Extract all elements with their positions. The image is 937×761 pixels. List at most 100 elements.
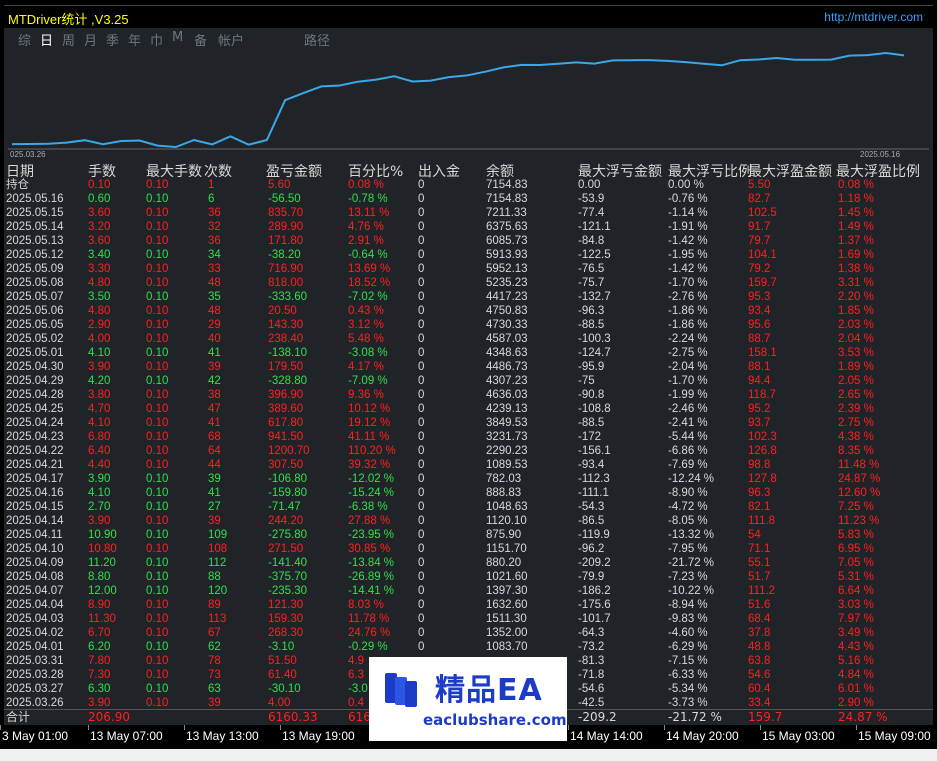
summary-cell: 合计 — [6, 710, 31, 724]
table-cell: 4.17 % — [348, 361, 384, 373]
table-row[interactable]: 2025.04.21 4.40 0.10 44 307.50 39.32 % 0 1089.5… — [4, 458, 933, 472]
table-row[interactable]: 2025.05.13 3.60 0.10 36 171.80 2.91 % 0 6085.73… — [4, 234, 933, 248]
table-row[interactable]: 2025.05.09 3.30 0.10 33 716.90 13.69 % 0 5952.1… — [4, 262, 933, 276]
table-row[interactable]: 2025.04.10 10.80 0.10 108 271.50 30.85 % 0 1151… — [4, 542, 933, 556]
table-cell: 126.8 — [748, 445, 777, 457]
table-cell: -75 — [578, 375, 595, 387]
title-bar: MTDriver统计 ,V3.25 http://mtdriver.com — [4, 5, 933, 30]
table-cell: 51.6 — [748, 599, 771, 611]
table-cell: 39 — [208, 697, 221, 709]
table-cell: 7154.83 — [486, 179, 528, 191]
table-cell: 2025.03.31 — [6, 655, 64, 667]
table-cell: -1.70 % — [668, 375, 708, 387]
table-row[interactable]: 2025.04.29 4.20 0.10 42 -328.80 -7.09 % 0 4307.… — [4, 374, 933, 388]
table-cell: 68.4 — [748, 613, 771, 625]
table-cell: 0 — [418, 291, 425, 303]
table-row[interactable]: 2025.04.17 3.90 0.10 39 -106.80 -12.02 % 0 782.… — [4, 472, 933, 486]
table-cell: 0.10 — [146, 697, 169, 709]
table-cell: 0 — [418, 543, 425, 555]
tab-1[interactable]: 日 — [40, 30, 53, 49]
table-row[interactable]: 2025.04.24 4.10 0.10 41 617.80 19.12 % 0 3849.5… — [4, 416, 933, 430]
time-tick-mark — [664, 725, 665, 730]
table-row[interactable]: 2025.05.01 4.10 0.10 41 -138.10 -3.08 % 0 4348.… — [4, 346, 933, 360]
tab-0[interactable]: 综 — [18, 30, 31, 49]
table-row[interactable]: 2025.04.22 6.40 0.10 64 1200.70 110.20 % 0 2290… — [4, 444, 933, 458]
table-cell: 8.35 % — [838, 445, 874, 457]
table-cell: 0.10 — [146, 235, 169, 247]
table-cell: 60.4 — [748, 683, 771, 695]
tab-8[interactable]: 备 — [194, 30, 207, 49]
table-cell: 2.90 — [88, 319, 111, 331]
tab-9[interactable]: 帐户 — [218, 30, 244, 49]
table-cell: 0 — [418, 641, 425, 653]
table-cell: 2025.05.05 — [6, 319, 64, 331]
table-row[interactable]: 2025.05.12 3.40 0.10 34 -38.20 -0.64 % 0 5913.9… — [4, 248, 933, 262]
table-cell: 2025.04.11 — [6, 529, 63, 541]
website-link[interactable]: http://mtdriver.com — [824, 10, 923, 24]
table-cell: -124.7 — [578, 347, 611, 359]
table-row[interactable]: 2025.04.01 6.20 0.10 62 -3.10 -0.29 % 0 1083.70… — [4, 640, 933, 654]
table-row[interactable]: 2025.05.05 2.90 0.10 29 143.30 3.12 % 0 4730.33… — [4, 318, 933, 332]
table-cell: -328.80 — [268, 375, 308, 387]
tab-6[interactable]: 巾 — [150, 30, 163, 49]
table-cell: 4417.23 — [486, 291, 528, 303]
table-cell: 4239.13 — [486, 403, 528, 415]
table-row[interactable]: 2025.05.16 0.60 0.10 6 -56.50 -0.78 % 0 7154.83… — [4, 192, 933, 206]
table-cell: 4.70 — [88, 403, 111, 415]
table-cell: 835.70 — [268, 207, 304, 219]
table-cell: 7154.83 — [486, 193, 528, 205]
tab-7[interactable]: M — [172, 30, 183, 45]
tab-5[interactable]: 年 — [128, 30, 141, 49]
table-cell: -101.7 — [578, 613, 611, 625]
tab-10[interactable]: 路径 — [304, 30, 330, 49]
table-row[interactable]: 2025.04.15 2.70 0.10 27 -71.47 -6.38 % 0 1048.6… — [4, 500, 933, 514]
table-row[interactable]: 2025.04.04 8.90 0.10 89 121.30 8.03 % 0 1632.60… — [4, 598, 933, 612]
table-cell: -86.5 — [578, 515, 605, 527]
table-cell: 0 — [418, 263, 425, 275]
table-row[interactable]: 2025.04.25 4.70 0.10 47 389.60 10.12 % 0 4239.1… — [4, 402, 933, 416]
time-tick-label: 14 May 20:00 — [666, 729, 739, 743]
table-row[interactable]: 2025.04.16 4.10 0.10 41 -159.80 -15.24 % 0 888.… — [4, 486, 933, 500]
tab-3[interactable]: 月 — [84, 30, 97, 49]
table-cell: 39 — [208, 473, 221, 485]
table-cell: 36 — [208, 235, 221, 247]
table-cell: 33.4 — [748, 697, 771, 709]
table-cell: 396.90 — [268, 389, 304, 401]
table-cell: 95.3 — [748, 291, 771, 303]
table-cell: 238.40 — [268, 333, 304, 345]
table-row[interactable]: 2025.04.08 8.80 0.10 88 -375.70 -26.89 % 0 1021… — [4, 570, 933, 584]
table-row[interactable]: 2025.04.11 10.90 0.10 109 -275.80 -23.95 % 0 87… — [4, 528, 933, 542]
table-row[interactable]: 2025.04.09 11.20 0.10 112 -141.40 -13.84 % 0 88… — [4, 556, 933, 570]
table-cell: 0.08 % — [348, 179, 384, 191]
table-cell: 41 — [208, 487, 221, 499]
table-cell: 0 — [418, 501, 425, 513]
table-row[interactable]: 2025.04.03 11.30 0.10 113 159.30 11.78 % 0 1511… — [4, 612, 933, 626]
table-cell: -12.02 % — [348, 473, 395, 485]
table-row[interactable]: 2025.04.23 6.80 0.10 68 941.50 41.11 % 0 3231.7… — [4, 430, 933, 444]
table-cell: 93.7 — [748, 417, 771, 429]
table-row[interactable]: 持仓 0.10 0.10 1 5.60 0.08 % 0 7154.83 0.00 0.00 % 5… — [4, 178, 933, 192]
table-row[interactable]: 2025.05.07 3.50 0.10 35 -333.60 -7.02 % 0 4417.… — [4, 290, 933, 304]
table-row[interactable]: 2025.05.15 3.60 0.10 36 835.70 13.11 % 0 7211.3… — [4, 206, 933, 220]
table-row[interactable]: 2025.04.14 3.90 0.10 39 244.20 27.88 % 0 1120.1… — [4, 514, 933, 528]
table-row[interactable]: 2025.04.28 3.80 0.10 38 396.90 9.36 % 0 4636.03… — [4, 388, 933, 402]
table-row[interactable]: 2025.05.02 4.00 0.10 40 238.40 5.48 % 0 4587.03… — [4, 332, 933, 346]
table-row[interactable]: 2025.05.08 4.80 0.10 48 818.00 18.52 % 0 5235.2… — [4, 276, 933, 290]
table-row[interactable]: 2025.04.30 3.90 0.10 39 179.50 4.17 % 0 4486.73… — [4, 360, 933, 374]
table-cell: 0.10 — [146, 459, 169, 471]
table-cell: 888.83 — [486, 487, 522, 499]
table-cell: 0 — [418, 515, 425, 527]
table-cell: -375.70 — [268, 571, 308, 583]
table-cell: 118.7 — [748, 389, 776, 401]
table-row[interactable]: 2025.05.06 4.80 0.10 48 20.50 0.43 % 0 4750.83 -… — [4, 304, 933, 318]
tab-4[interactable]: 季 — [106, 30, 119, 49]
table-cell: -88.5 — [578, 319, 605, 331]
table-row[interactable]: 2025.04.07 12.00 0.10 120 -235.30 -14.41 % 0 13… — [4, 584, 933, 598]
table-cell: 55.1 — [748, 557, 771, 569]
table-cell: 0 — [418, 305, 425, 317]
tab-2[interactable]: 周 — [62, 30, 75, 49]
table-cell: 3.40 — [88, 249, 111, 261]
table-cell: -7.02 % — [348, 291, 388, 303]
table-row[interactable]: 2025.05.14 3.20 0.10 32 289.90 4.76 % 0 6375.63… — [4, 220, 933, 234]
table-row[interactable]: 2025.04.02 6.70 0.10 67 268.30 24.76 % 0 1352.0… — [4, 626, 933, 640]
